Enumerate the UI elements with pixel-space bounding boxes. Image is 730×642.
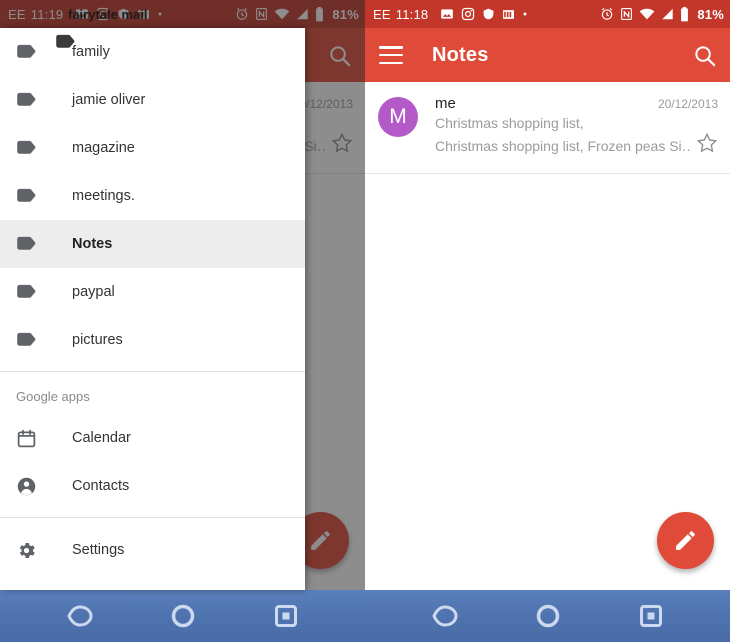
app-icon <box>503 9 515 19</box>
drawer-item-label: meetings. <box>72 188 135 204</box>
label-icon <box>16 188 46 204</box>
screenshot-root: EE 11:19 81% Notes <box>0 0 730 642</box>
battery-percent: 81% <box>332 6 359 22</box>
drawer-item-family[interactable]: family <box>0 28 305 76</box>
nav-recents-button[interactable] <box>259 596 313 636</box>
drawer-item-label: magazine <box>72 140 135 156</box>
status-time: 11:18 <box>395 6 429 22</box>
drawer-item-magazine[interactable]: magazine <box>0 124 305 172</box>
person-icon <box>16 476 46 497</box>
alarm-icon <box>237 8 248 20</box>
status-bar-right: EE 11:18 81% <box>365 0 730 28</box>
label-icon <box>16 284 46 300</box>
pencil-icon <box>676 531 695 550</box>
gear-icon <box>16 540 46 561</box>
system-nav-bar-left <box>0 590 365 642</box>
label-icon <box>16 44 46 60</box>
status-carrier: EE <box>8 6 26 22</box>
battery-icon <box>681 6 689 21</box>
photo-icon <box>441 9 454 19</box>
compose-fab[interactable] <box>657 512 714 569</box>
status-bar-left: EE 11:19 81% <box>0 0 365 28</box>
drawer-item-label: Notes <box>72 236 113 252</box>
drawer-item-label: Calendar <box>72 430 131 446</box>
calendar-icon <box>16 428 46 449</box>
drawer-item-settings[interactable]: Settings <box>0 526 305 574</box>
status-time: 11:19 <box>30 6 64 22</box>
nav-back-button[interactable] <box>418 596 472 636</box>
dot-icon <box>523 12 527 16</box>
app-icon <box>138 9 150 19</box>
nfc-icon <box>621 8 633 20</box>
mail-subject: Christmas shopping list, <box>435 115 584 131</box>
search-icon[interactable] <box>328 44 351 67</box>
label-icon <box>16 92 46 108</box>
instagram-icon <box>462 7 475 21</box>
drawer-item-meetings[interactable]: meetings. <box>0 172 305 220</box>
menu-icon[interactable] <box>379 46 403 64</box>
page-title: Notes <box>432 43 489 66</box>
label-icon <box>16 236 46 252</box>
system-nav-bar-right <box>365 590 730 642</box>
drawer-item-label: jamie oliver <box>72 92 146 108</box>
drawer-section-header: Google apps <box>16 389 90 404</box>
drawer-divider-2 <box>0 517 305 518</box>
table-row[interactable]: M me 20/12/2013 Christmas shopping list,… <box>365 82 730 174</box>
phone-screen-drawer-open: EE 11:19 81% Notes <box>0 0 365 642</box>
status-notification-icons <box>440 7 528 21</box>
shield-icon <box>483 8 494 20</box>
dot-icon <box>158 12 162 16</box>
signal-icon <box>297 8 309 20</box>
drawer-item-label: paypal <box>72 284 115 300</box>
label-icon <box>16 140 46 156</box>
status-notification-icons <box>75 7 163 21</box>
mail-snippet: Christmas shopping list, Frozen peas Si… <box>435 137 692 154</box>
drawer-item-jamie-oliver[interactable]: jamie oliver <box>0 76 305 124</box>
star-icon[interactable] <box>696 132 718 159</box>
search-icon[interactable] <box>693 44 716 67</box>
shield-icon <box>118 8 129 20</box>
app-bar: Notes <box>365 28 730 82</box>
status-system-icons: 81% <box>235 6 359 22</box>
avatar: M <box>378 97 418 137</box>
nfc-icon <box>256 8 268 20</box>
phone-screen-list: EE 11:18 81% Notes M me 20/12/2013 Chris… <box>365 0 730 642</box>
drawer-item-notes[interactable]: Notes <box>0 220 305 268</box>
drawer-label-list: family jamie oliver magazine meetings. N… <box>0 28 305 364</box>
instagram-icon <box>97 7 110 21</box>
battery-icon <box>316 6 324 21</box>
status-system-icons: 81% <box>600 6 724 22</box>
nav-recents-button[interactable] <box>624 596 678 636</box>
label-icon <box>16 332 46 348</box>
mail-sender: me <box>435 95 456 112</box>
signal-icon <box>662 8 674 20</box>
wifi-icon <box>275 8 290 20</box>
mail-header: me 20/12/2013 <box>435 95 718 112</box>
drawer-item-label: Contacts <box>72 478 130 494</box>
drawer-item-calendar[interactable]: Calendar <box>0 414 305 462</box>
nav-home-button[interactable] <box>156 596 210 636</box>
drawer-item-label: family <box>72 44 110 60</box>
drawer-item-paypal[interactable]: paypal <box>0 268 305 316</box>
mail-snippet-row: Christmas shopping list, Frozen peas Si… <box>435 132 718 159</box>
alarm-icon <box>602 8 613 20</box>
pencil-icon <box>311 531 330 550</box>
mail-date: 20/12/2013 <box>657 97 718 111</box>
navigation-drawer: family jamie oliver magazine meetings. N… <box>0 28 305 590</box>
photo-icon <box>76 9 89 19</box>
nav-back-button[interactable] <box>53 596 107 636</box>
nav-home-button[interactable] <box>521 596 575 636</box>
wifi-icon <box>640 8 655 20</box>
drawer-item-label: pictures <box>72 332 123 348</box>
mail-body: me 20/12/2013 Christmas shopping list, C… <box>435 95 718 159</box>
drawer-item-pictures[interactable]: pictures <box>0 316 305 364</box>
battery-percent: 81% <box>697 6 724 22</box>
drawer-item-contacts[interactable]: Contacts <box>0 462 305 510</box>
status-carrier: EE <box>373 6 391 22</box>
drawer-item-label: Settings <box>72 542 125 558</box>
star-icon[interactable] <box>331 132 353 159</box>
